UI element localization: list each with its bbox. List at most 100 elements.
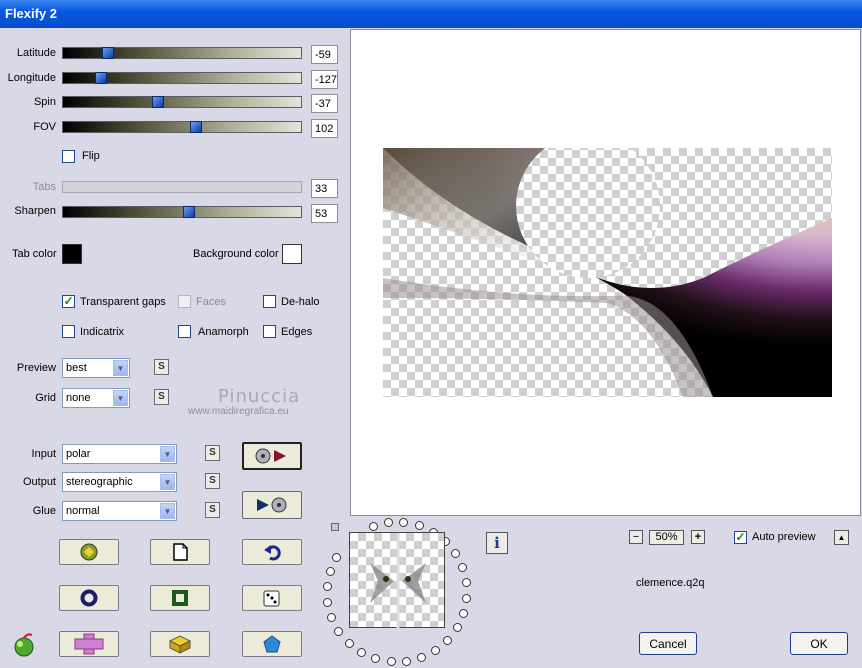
navigator-dot[interactable] <box>368 521 378 531</box>
dice-button[interactable] <box>242 585 302 611</box>
fov-slider[interactable] <box>62 121 302 133</box>
spin-slider-thumb[interactable] <box>152 96 165 108</box>
preview-image <box>383 148 832 397</box>
new-document-button[interactable] <box>150 539 210 565</box>
load-preset-button[interactable] <box>59 539 119 565</box>
navigator-dot[interactable] <box>325 566 335 576</box>
spin-value[interactable]: -37 <box>311 94 338 113</box>
latitude-slider-thumb[interactable] <box>102 47 115 59</box>
indicatrix-checkbox[interactable] <box>62 325 75 338</box>
output-s-button[interactable]: S <box>205 473 220 489</box>
fov-slider-thumb[interactable] <box>190 121 203 133</box>
grid-s-button[interactable]: S <box>154 389 169 405</box>
preview-pane[interactable] <box>350 29 861 516</box>
ok-button[interactable]: OK <box>790 632 848 655</box>
input-select-value: polar <box>66 448 91 460</box>
ring-button[interactable] <box>59 585 119 611</box>
latitude-value[interactable]: -59 <box>311 45 338 64</box>
sharpen-slider[interactable] <box>62 206 302 218</box>
navigator-dot[interactable] <box>327 612 337 622</box>
sharpen-slider-thumb[interactable] <box>183 206 196 218</box>
info-button[interactable]: i <box>486 532 508 554</box>
navigator-dot[interactable] <box>431 645 441 655</box>
preview-label: Preview <box>16 362 56 374</box>
render-reverse-button[interactable] <box>242 491 302 519</box>
cross-shape-button[interactable] <box>59 631 119 657</box>
input-s-button[interactable]: S <box>205 445 220 461</box>
output-label: Output <box>22 476 56 488</box>
navigator-dot[interactable] <box>399 517 409 527</box>
anamorph-checkbox[interactable] <box>178 325 191 338</box>
navigator-dot[interactable] <box>443 635 453 645</box>
pentagon-button[interactable] <box>242 631 302 657</box>
navigator-dot[interactable] <box>386 657 396 667</box>
chevron-down-icon[interactable]: ▼ <box>113 390 128 406</box>
faces-label: Faces <box>196 296 226 308</box>
de-halo-checkbox[interactable] <box>263 295 276 308</box>
longitude-slider[interactable] <box>62 72 302 84</box>
navigator-dot[interactable] <box>402 656 412 666</box>
grid-select[interactable]: none ▼ <box>62 388 130 408</box>
latitude-slider[interactable] <box>62 47 302 59</box>
navigator-dot[interactable] <box>459 609 469 619</box>
navigator-dot[interactable] <box>334 626 344 636</box>
flip-checkbox[interactable] <box>62 150 75 163</box>
output-select[interactable]: stereographic ▼ <box>62 472 177 492</box>
chevron-down-icon[interactable]: ▼ <box>160 503 175 519</box>
sharpen-label: Sharpen <box>14 205 56 217</box>
auto-preview-checkbox[interactable]: ✓ <box>734 531 747 544</box>
tabs-slider <box>62 181 302 193</box>
navigator-handle[interactable] <box>331 523 339 531</box>
background-color-swatch[interactable] <box>282 244 302 264</box>
glue-label: Glue <box>32 505 56 517</box>
navigator-preview <box>370 533 426 629</box>
zoom-out-button[interactable]: − <box>629 530 643 544</box>
navigator-dot[interactable] <box>458 563 468 573</box>
input-select[interactable]: polar ▼ <box>62 444 177 464</box>
glue-s-button[interactable]: S <box>205 502 220 518</box>
navigator-dot[interactable] <box>461 578 471 588</box>
collapse-button[interactable]: ▲ <box>834 530 849 545</box>
chevron-down-icon[interactable]: ▼ <box>113 360 128 376</box>
undo-button[interactable] <box>242 539 302 565</box>
longitude-value[interactable]: -127 <box>311 70 338 89</box>
navigator-dot[interactable] <box>344 638 354 648</box>
navigator-thumbnail[interactable] <box>349 532 445 629</box>
latitude-label: Latitude <box>16 47 56 59</box>
cancel-button[interactable]: Cancel <box>639 632 697 655</box>
chevron-down-icon[interactable]: ▼ <box>160 446 175 462</box>
preview-select[interactable]: best ▼ <box>62 358 130 378</box>
tab-color-swatch[interactable] <box>62 244 82 264</box>
navigator-dot[interactable] <box>417 652 427 662</box>
navigator-dot[interactable] <box>331 552 341 562</box>
cross-shape-icon <box>74 633 104 655</box>
spin-slider[interactable] <box>62 96 302 108</box>
navigator-dot[interactable] <box>451 549 461 559</box>
navigator-dot[interactable] <box>323 597 333 607</box>
transparent-gaps-checkbox[interactable]: ✓ <box>62 295 75 308</box>
navigator-dot[interactable] <box>371 654 381 664</box>
navigator-dot[interactable] <box>414 521 424 531</box>
navigator-dot[interactable] <box>452 623 462 633</box>
sharpen-value[interactable]: 53 <box>311 204 338 223</box>
render-forward-button[interactable] <box>242 442 302 470</box>
tabs-value[interactable]: 33 <box>311 179 338 198</box>
cube-button[interactable] <box>150 631 210 657</box>
navigator-dot[interactable] <box>462 593 472 603</box>
spin-label: Spin <box>33 96 56 108</box>
chevron-down-icon[interactable]: ▼ <box>160 474 175 490</box>
navigator-dot[interactable] <box>322 582 332 592</box>
edges-checkbox[interactable] <box>263 325 276 338</box>
longitude-slider-thumb[interactable] <box>95 72 108 84</box>
faces-checkbox <box>178 295 191 308</box>
zoom-in-button[interactable]: + <box>691 530 705 544</box>
filename: clemence.q2q <box>636 577 705 589</box>
navigator-dot[interactable] <box>357 647 367 657</box>
glue-select[interactable]: normal ▼ <box>62 501 177 521</box>
fov-value[interactable]: 102 <box>311 119 338 138</box>
navigator-dot[interactable] <box>383 518 393 528</box>
square-frame-button[interactable] <box>150 585 210 611</box>
preview-s-button[interactable]: S <box>154 359 169 375</box>
zoom-level: 50% <box>649 530 684 545</box>
glue-select-value: normal <box>66 505 100 517</box>
